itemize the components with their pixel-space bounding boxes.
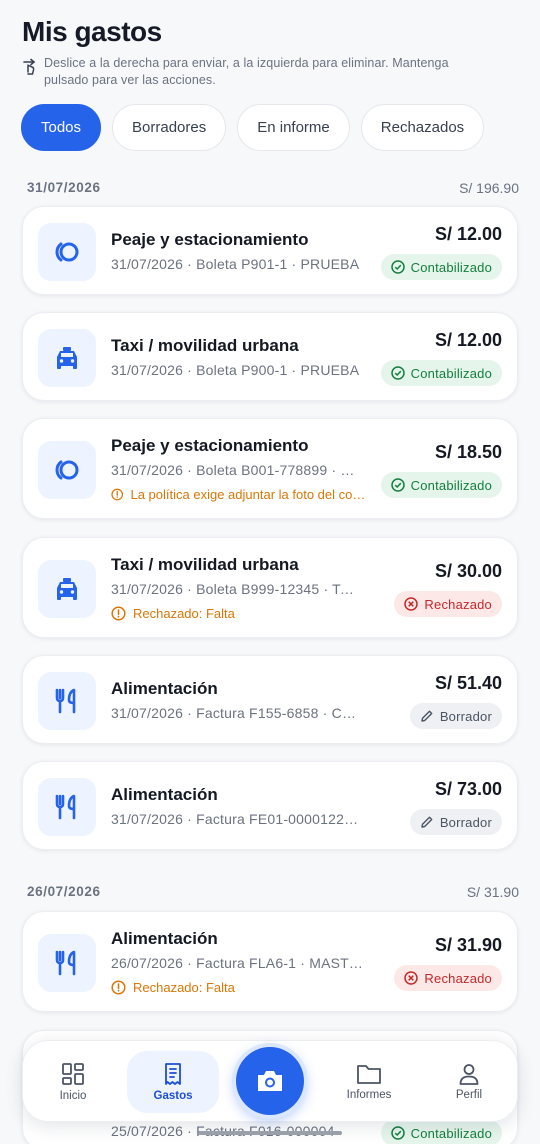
toll-icon (38, 441, 96, 499)
expense-meta: 31/07/2026 · Boleta B001-778899 · PEAJE (111, 462, 363, 478)
filter-en-informe[interactable]: En informe (237, 104, 350, 151)
status-label: Rechazado (424, 596, 492, 612)
x-circle-icon (404, 597, 419, 611)
expense-meta: 31/07/2026 · Factura F155-6858 · CORPORA… (111, 705, 363, 721)
expense-category: Alimentación (111, 679, 218, 698)
filter-todos[interactable]: Todos (21, 104, 102, 151)
nav-inicio[interactable]: Inicio (27, 1051, 119, 1113)
expense-category: Alimentación (111, 929, 218, 948)
warning-text: Rechazado: Falta (133, 606, 235, 621)
status-badge: Contabilizado (380, 254, 502, 280)
receipt-icon (165, 1063, 181, 1085)
status-label: Contabilizado (410, 259, 492, 275)
expense-card[interactable]: Alimentación 31/07/2026 · Factura F155-6… (22, 655, 518, 744)
warning-icon (111, 606, 126, 621)
rejection-warning: Rechazado: Falta (111, 606, 367, 621)
food-icon (38, 934, 96, 992)
status-badge: Rechazado (394, 965, 502, 991)
section-total: S/ 196.90 (459, 180, 519, 196)
status-badge: Contabilizado (380, 1120, 502, 1144)
expense-card[interactable]: Alimentación 26/07/2026 · Factura FLA6-1… (22, 911, 518, 1012)
pencil-icon (421, 710, 433, 722)
bottom-nav: Inicio Gastos Informes Perfil (22, 1040, 518, 1122)
expense-category: Alimentación (111, 785, 218, 804)
nav-gastos-label: Gastos (153, 1090, 193, 1102)
expense-amount: S/ 18.50 (434, 442, 502, 462)
check-circle-icon (390, 478, 405, 492)
status-badge: Contabilizado (380, 360, 502, 386)
expense-meta: 31/07/2026 · Boleta B999-12345 · TAXI (111, 581, 363, 597)
section-date: 26/07/2026 (27, 884, 101, 899)
expense-category: Taxi / movilidad urbana (111, 555, 299, 574)
status-label: Rechazado (424, 970, 492, 986)
camera-button[interactable] (236, 1047, 304, 1115)
rejection-warning: Rechazado: Falta (111, 980, 367, 995)
nav-gastos[interactable]: Gastos (127, 1051, 219, 1113)
expense-category: Taxi / movilidad urbana (111, 336, 299, 355)
nav-inicio-label: Inicio (59, 1090, 87, 1102)
dashboard-icon (62, 1063, 84, 1085)
swipe-hint: Deslice a la derecha para enviar, a la i… (22, 55, 492, 89)
status-label: Borrador (439, 814, 492, 830)
expense-amount: S/ 30.00 (434, 561, 502, 581)
status-label: Borrador (439, 708, 492, 724)
expense-amount: S/ 12.00 (434, 330, 502, 350)
nav-informes-label: Informes (346, 1089, 392, 1101)
status-badge: Borrador (409, 809, 502, 835)
swipe-hint-text: Deslice a la derecha para enviar, a la i… (44, 56, 449, 87)
expense-category: Peaje y estacionamiento (111, 436, 309, 455)
expense-amount: S/ 31.90 (434, 935, 502, 955)
expense-amount: S/ 73.00 (434, 779, 502, 799)
expense-card[interactable]: Alimentación 31/07/2026 · Factura FE01-0… (22, 761, 518, 850)
expense-meta: 31/07/2026 · Boleta P901-1 · PRUEBA (111, 256, 360, 272)
expense-amount: S/ 51.40 (434, 673, 502, 693)
food-icon (38, 672, 96, 730)
nav-informes[interactable]: Informes (323, 1051, 415, 1113)
food-icon (38, 778, 96, 836)
status-label: Contabilizado (410, 365, 492, 381)
check-circle-icon (390, 260, 405, 274)
status-badge: Contabilizado (380, 472, 502, 498)
section-total: S/ 31.90 (466, 884, 519, 900)
expense-meta: 26/07/2026 · Factura FLA6-1 · MASTER (111, 955, 363, 971)
status-label: Contabilizado (410, 477, 492, 493)
check-circle-icon (390, 366, 405, 380)
expense-meta: 31/07/2026 · Boleta P900-1 · PRUEBA (111, 362, 360, 378)
toll-icon (38, 223, 96, 281)
filter-rechazados[interactable]: Rechazados (360, 104, 485, 151)
warning-icon (111, 980, 126, 995)
check-circle-icon (390, 1126, 405, 1140)
expense-amount: S/ 12.00 (434, 224, 502, 244)
expense-card[interactable]: Peaje y estacionamiento 31/07/2026 · Bol… (22, 206, 518, 295)
swipe-hand-icon (23, 58, 36, 75)
section-header: 26/07/2026 S/ 31.90 (27, 884, 519, 900)
filter-borradores[interactable]: Borradores (112, 104, 227, 151)
expense-card[interactable]: Taxi / movilidad urbana 31/07/2026 · Bol… (22, 537, 518, 638)
taxi-icon (38, 560, 96, 618)
user-icon (459, 1064, 479, 1085)
nav-perfil-label: Perfil (455, 1089, 483, 1101)
expense-category: Peaje y estacionamiento (111, 230, 309, 249)
policy-warning: La política exige adjuntar la foto del c… (111, 487, 367, 502)
expense-meta: 31/07/2026 · Factura FE01-00001225 · SAC (111, 811, 363, 827)
warning-icon (111, 488, 124, 501)
taxi-icon (38, 329, 96, 387)
section-header: 31/07/2026 S/ 196.90 (27, 180, 519, 196)
camera-icon (258, 1071, 282, 1091)
filter-chips: Todos Borradores En informe Rechazados (21, 104, 485, 151)
expense-card[interactable]: Peaje y estacionamiento 31/07/2026 · Bol… (22, 418, 518, 519)
section-date: 31/07/2026 (27, 180, 101, 195)
nav-perfil[interactable]: Perfil (423, 1051, 515, 1113)
folder-icon (357, 1065, 381, 1084)
page-title: Mis gastos (22, 16, 162, 47)
pencil-icon (421, 816, 433, 828)
expense-card[interactable]: Taxi / movilidad urbana 31/07/2026 · Bol… (22, 312, 518, 401)
status-badge: Borrador (409, 703, 502, 729)
warning-text: Rechazado: Falta (133, 980, 235, 995)
status-label: Contabilizado (410, 1125, 492, 1141)
status-badge: Rechazado (394, 591, 502, 617)
home-indicator (198, 1131, 342, 1135)
warning-text: La política exige adjuntar la foto del c… (130, 487, 367, 502)
x-circle-icon (404, 971, 419, 985)
